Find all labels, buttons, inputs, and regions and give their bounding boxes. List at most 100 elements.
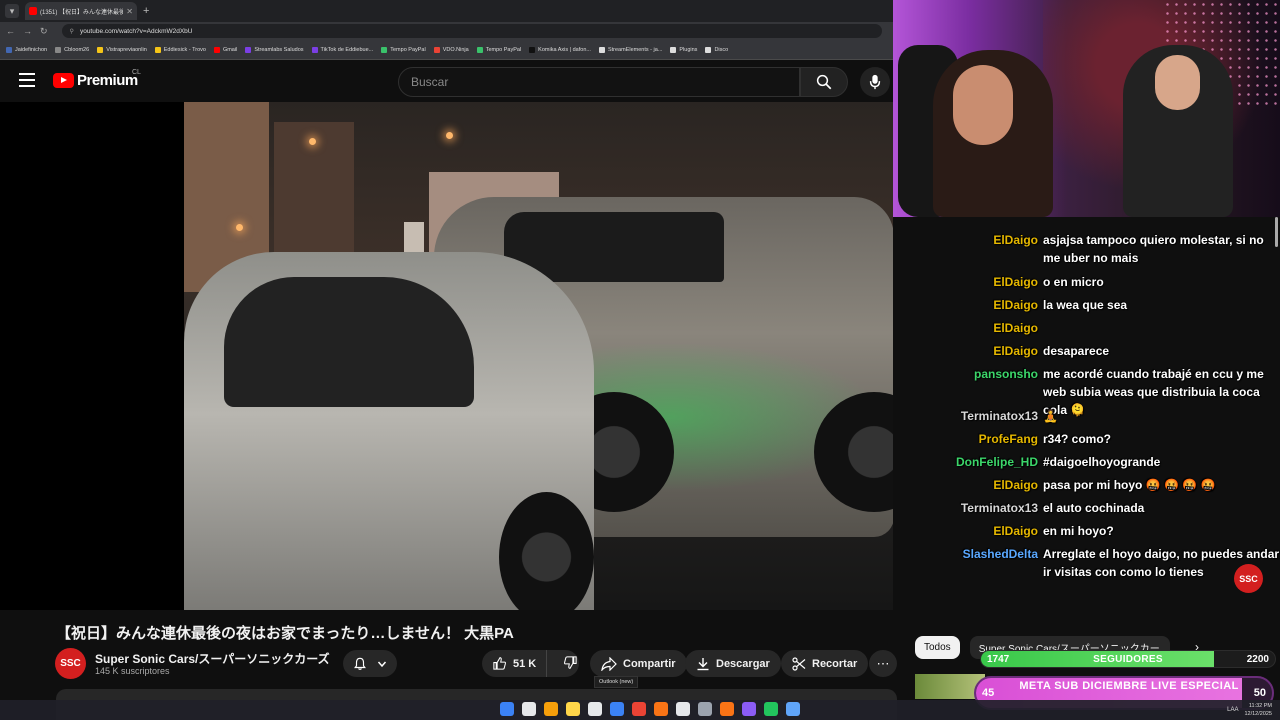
channel-avatar[interactable]: SSC xyxy=(55,648,86,679)
chat-username[interactable]: SlashedDelta xyxy=(963,545,1038,563)
taskbar-app-icon[interactable] xyxy=(720,702,734,716)
chat-username[interactable]: ElDaigo xyxy=(993,231,1038,249)
chat-username[interactable]: DonFelipe_HD xyxy=(956,453,1038,471)
chat-username[interactable]: ElDaigo xyxy=(993,273,1038,291)
country-code: CL xyxy=(132,69,141,76)
sub-goal-target: 50 xyxy=(1253,687,1266,699)
share-button[interactable]: Compartir xyxy=(590,650,687,677)
more-icon: ⋯ xyxy=(876,655,890,671)
bookmark-item[interactable]: Tempo PayPal xyxy=(476,46,521,53)
taskbar-app-icon[interactable] xyxy=(742,702,756,716)
bookmark-favicon-icon xyxy=(245,46,252,53)
chat-scrollbar[interactable] xyxy=(1275,217,1278,247)
taskbar-app-icon[interactable] xyxy=(654,702,668,716)
taskbar-app-icon[interactable] xyxy=(676,702,690,716)
bookmark-favicon-icon xyxy=(97,46,104,53)
bookmark-item[interactable]: Gmail xyxy=(213,46,237,53)
taskbar-app-icon[interactable] xyxy=(764,702,778,716)
taskbar-app-icon[interactable] xyxy=(500,702,514,716)
bookmark-item[interactable]: Vistrapreviaonlin xyxy=(97,46,147,53)
bell-icon xyxy=(354,657,366,670)
followers-label: SEGUIDORES xyxy=(1093,654,1163,665)
notifications-button[interactable] xyxy=(343,650,397,677)
taskbar-app-icon[interactable] xyxy=(632,702,646,716)
followers-target: 2200 xyxy=(1246,654,1269,665)
bookmark-item[interactable]: Streamlabs Saludos xyxy=(245,46,304,53)
tab-search-icon[interactable]: ▾ xyxy=(5,4,19,18)
webcam-overlay xyxy=(893,0,1280,217)
bookmark-item[interactable]: VDO.Ninja xyxy=(433,46,469,53)
clip-label: Recortar xyxy=(812,657,858,670)
chat-username[interactable]: ElDaigo xyxy=(993,296,1038,314)
taskbar-app-icon[interactable] xyxy=(522,702,536,716)
chat-username[interactable]: ProfeFang xyxy=(979,430,1038,448)
chat-username[interactable]: ElDaigo xyxy=(993,342,1038,360)
youtube-premium-logo[interactable]: Premium CL xyxy=(53,69,141,89)
bookmark-favicon-icon xyxy=(154,46,161,53)
chip-all[interactable]: Todos xyxy=(915,636,960,659)
taskbar-app-icon[interactable] xyxy=(588,702,602,716)
chat-username[interactable]: ElDaigo xyxy=(993,522,1038,540)
clock-time: 11:32 PM xyxy=(1248,703,1272,709)
download-button[interactable]: Descargar xyxy=(685,650,781,677)
bookmark-favicon-icon xyxy=(476,46,483,53)
bookmark-favicon-icon xyxy=(529,46,536,53)
download-label: Descargar xyxy=(716,657,770,670)
video-frame xyxy=(184,102,893,610)
site-info-icon[interactable]: ⚲ xyxy=(70,28,74,35)
bookmark-favicon-icon xyxy=(598,46,605,53)
menu-icon[interactable] xyxy=(19,73,35,87)
bookmark-favicon-icon xyxy=(55,46,62,53)
bookmark-item[interactable]: Cbloom26 xyxy=(55,46,89,53)
back-icon[interactable]: ← xyxy=(6,26,15,36)
channel-name[interactable]: Super Sonic Cars/スーパーソニックカーズ xyxy=(95,650,330,667)
bookmark-item[interactable]: Plugins xyxy=(670,46,697,53)
chat-username[interactable]: pansonsho xyxy=(974,365,1038,383)
taskbar-app-icon[interactable] xyxy=(786,702,800,716)
search-input[interactable]: Buscar xyxy=(398,67,800,97)
bookmark-item[interactable]: Disco xyxy=(705,46,728,53)
search-icon xyxy=(816,74,832,90)
chat-text: o en micro xyxy=(1043,275,1104,289)
url-field[interactable]: ⚲ youtube.com/watch?v=AdckmW2dXbU xyxy=(61,24,882,38)
address-bar-row: ← → ↻ ⚲ youtube.com/watch?v=AdckmW2dXbU xyxy=(0,22,893,40)
voice-search-button[interactable] xyxy=(860,67,890,97)
chat-username[interactable]: Terminatox13 xyxy=(961,499,1038,517)
dislike-button[interactable] xyxy=(553,655,588,673)
bookmark-item[interactable]: TikTok de Eddiebue... xyxy=(311,46,373,53)
reload-icon[interactable]: ↻ xyxy=(40,26,48,37)
chat-username[interactable]: Terminatox13 xyxy=(961,407,1038,425)
chat-username[interactable]: ElDaigo xyxy=(993,319,1038,337)
video-player[interactable] xyxy=(0,102,893,610)
bookmark-item[interactable]: Komika Axis | dafon... xyxy=(529,46,591,53)
taskbar-app-icon[interactable] xyxy=(610,702,624,716)
bookmark-item[interactable]: StreamElements - ja... xyxy=(598,46,663,53)
youtube-header: Premium CL Buscar xyxy=(0,61,893,102)
chat-overlay: ElDaigo asjajsa tampoco quiero molestar, … xyxy=(893,217,1280,612)
video-title: 【祝日】みんな連休最後の夜はお家でまったり…しません！ 大黒PA xyxy=(56,625,514,642)
taskbar-app-icon[interactable] xyxy=(698,702,712,716)
chat-username[interactable]: ElDaigo xyxy=(993,476,1038,494)
taskbar-app-icon[interactable] xyxy=(566,702,580,716)
bookmark-item[interactable]: Eddiesick - Trovo xyxy=(154,46,206,53)
chat-text: r34? como? xyxy=(1043,432,1112,446)
like-button[interactable]: 51 K xyxy=(482,650,548,677)
chat-text: 🧘 xyxy=(1043,409,1058,423)
more-actions-button[interactable]: ⋯ xyxy=(869,650,897,677)
taskbar-app-icon[interactable] xyxy=(544,702,558,716)
forward-icon[interactable]: → xyxy=(23,26,32,36)
bookmark-item[interactable]: Jaidefinichon xyxy=(6,46,47,53)
new-tab-icon[interactable]: + xyxy=(143,5,149,17)
bookmark-label: Komika Axis | dafon... xyxy=(538,46,591,53)
youtube-play-icon xyxy=(53,73,74,88)
bookmark-item[interactable]: Tempo PayPal xyxy=(381,46,426,53)
windows-taskbar: LAA 11:32 PM 12/12/2025 xyxy=(0,700,1280,720)
tab-close-icon[interactable]: ✕ xyxy=(126,7,133,16)
search-button[interactable] xyxy=(800,67,848,97)
clip-button[interactable]: Recortar xyxy=(781,650,869,677)
language-indicator[interactable]: LAA xyxy=(1227,707,1238,713)
bookmark-label: StreamElements - ja... xyxy=(607,46,663,53)
youtube-favicon-icon xyxy=(29,7,37,15)
clock[interactable]: 11:32 PM 12/12/2025 xyxy=(1244,702,1272,718)
browser-tab[interactable]: (1351) 【祝日】みんな連休最後の ✕ xyxy=(25,2,137,20)
